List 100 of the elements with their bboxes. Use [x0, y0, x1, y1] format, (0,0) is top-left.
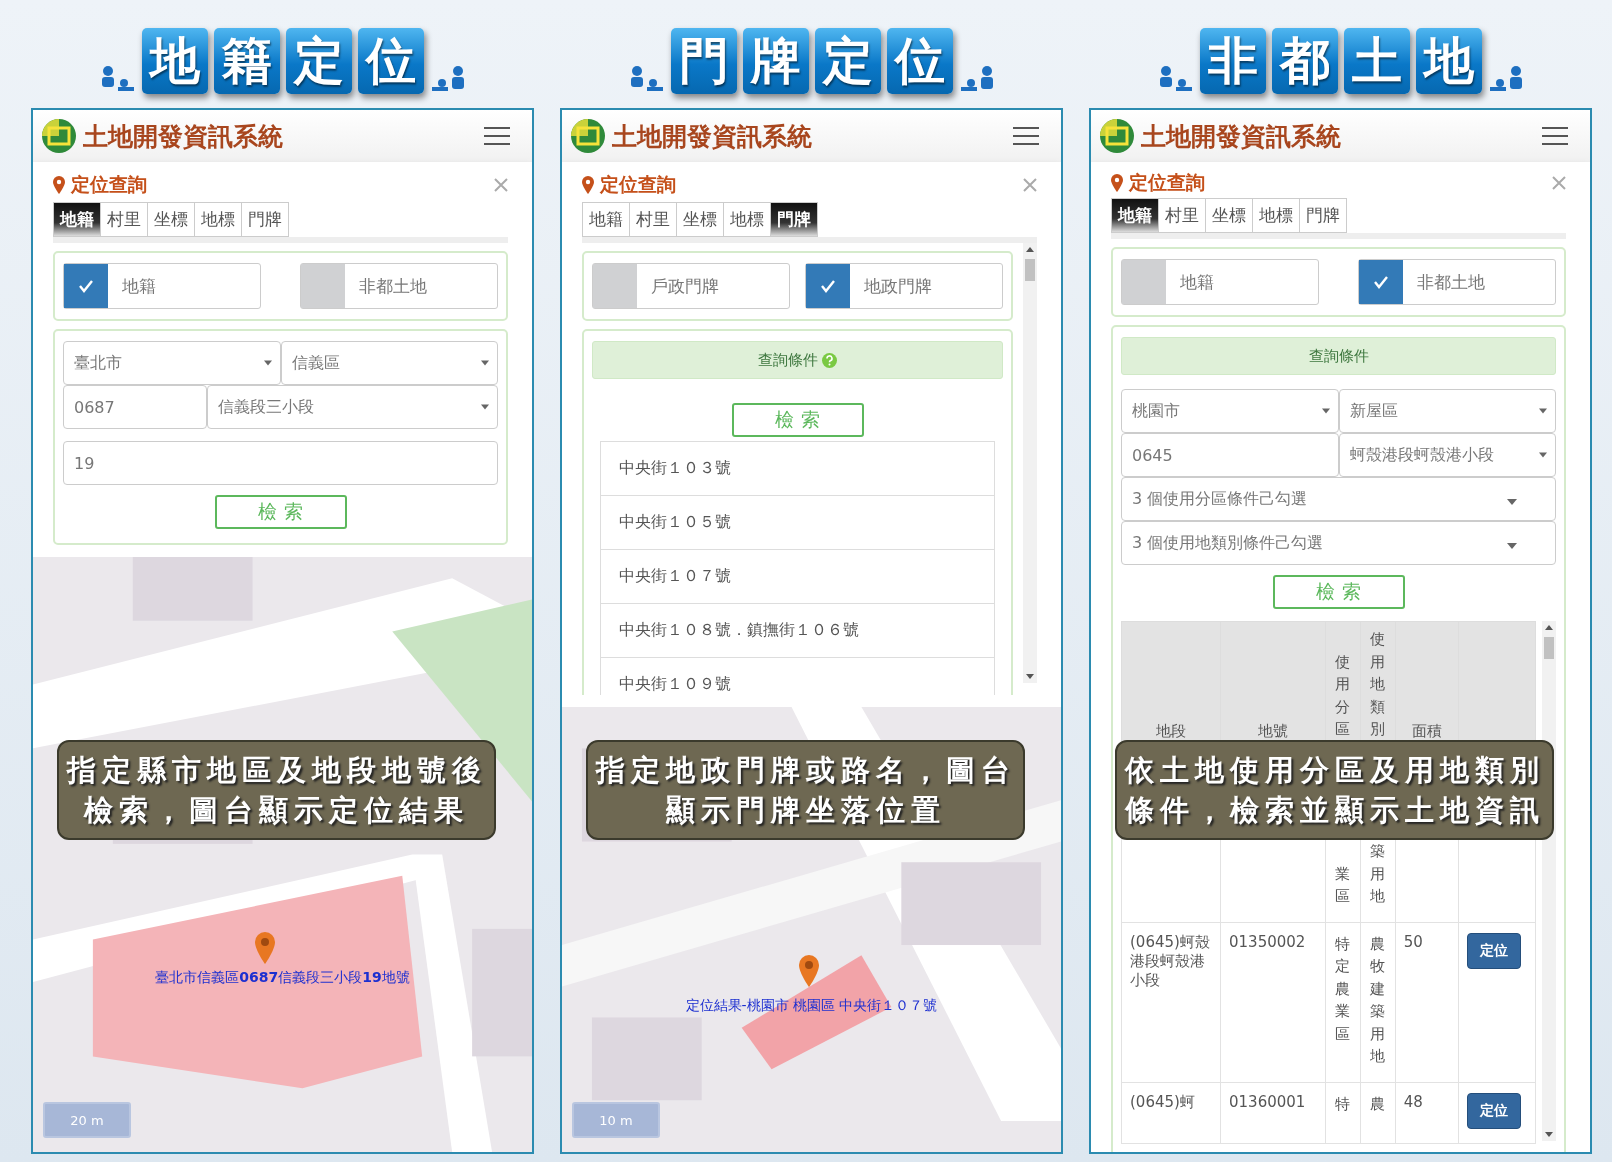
scrollbar[interactable] [1023, 243, 1037, 683]
people-icon [628, 65, 665, 91]
select-field[interactable]: 新屋區 [1338, 389, 1556, 433]
input-field[interactable]: 0645 [1121, 433, 1339, 477]
checkbox[interactable] [1122, 260, 1166, 304]
scale-bar: 20 m [43, 1102, 131, 1138]
toggle-option[interactable]: 非都土地 [300, 263, 498, 309]
menu-icon[interactable] [484, 126, 510, 146]
tab[interactable]: 坐標 [676, 202, 724, 237]
table-cell: 特定農業區 [1325, 922, 1361, 1082]
result-item[interactable]: 中央街１０８號．鎮撫街１０６號 [601, 604, 994, 658]
table-cell: 農牧建築用地 [1360, 922, 1396, 1082]
caret-icon [1321, 408, 1330, 414]
table-cell: 48 [1395, 1082, 1459, 1143]
caret-icon [481, 360, 489, 366]
heading-tile: 位 [886, 28, 953, 94]
logo-icon [570, 118, 606, 154]
menu-icon[interactable] [1542, 126, 1568, 146]
caption-text: 顯示門牌坐落位置 [665, 792, 946, 829]
check-icon [820, 278, 836, 294]
result-label: 臺北市信義區0687信義段三小段19地號 [154, 969, 411, 987]
scale-bar: 10 m [572, 1102, 660, 1138]
tab[interactable]: 村里 [100, 202, 148, 237]
multiselect-field[interactable]: 3 個使用地類別條件己勾選 [1121, 521, 1556, 565]
heading-tile: 土 [1343, 28, 1410, 94]
tab[interactable]: 門牌 [1299, 198, 1347, 233]
tab[interactable]: 村里 [629, 202, 677, 237]
criteria-label: 查詢條件 [758, 350, 818, 370]
result-item[interactable]: 中央街１０７號 [601, 550, 994, 604]
toggle-option[interactable]: 地籍 [63, 263, 261, 309]
heading-tile: 定 [285, 28, 352, 94]
tab[interactable]: 坐標 [1205, 198, 1253, 233]
checkbox[interactable] [1359, 260, 1403, 304]
caret-icon [1507, 498, 1517, 505]
caret-icon [1539, 452, 1547, 458]
select-field[interactable]: 信義區 [280, 341, 498, 385]
locate-button[interactable]: 定位 [1466, 932, 1521, 969]
menu-icon[interactable] [1013, 126, 1039, 146]
pin-icon [1111, 174, 1123, 192]
query-title: 定位查詢 [600, 172, 677, 197]
tab[interactable]: 門牌 [241, 202, 289, 237]
option-label: 地籍 [122, 274, 156, 298]
tab[interactable]: 地標 [194, 202, 242, 237]
tab[interactable]: 地籍 [582, 202, 630, 237]
option-label: 戶政門牌 [651, 274, 719, 298]
checkbox[interactable] [301, 264, 345, 308]
tab[interactable]: 門牌 [770, 202, 818, 237]
checkbox[interactable] [64, 264, 108, 308]
people-icon [1157, 65, 1194, 91]
checkbox[interactable] [806, 264, 850, 308]
check-icon [78, 278, 94, 294]
select-field[interactable]: 信義段三小段 [207, 385, 498, 429]
close-icon[interactable] [494, 178, 508, 192]
option-label: 非都土地 [359, 274, 427, 298]
table-cell: (0645)蚵 [1121, 1082, 1221, 1143]
pin-icon [582, 176, 594, 194]
toggle-option[interactable]: 地籍 [1121, 259, 1319, 305]
caret-icon [481, 404, 489, 410]
app-title: 土地開發資訊系統 [83, 120, 284, 153]
tab[interactable]: 坐標 [147, 202, 195, 237]
table-cell: 01350002 [1220, 922, 1326, 1082]
result-item[interactable]: 中央街１０５號 [601, 496, 994, 550]
multiselect-field[interactable]: 3 個使用分區條件己勾選 [1121, 477, 1556, 521]
option-label: 非都土地 [1417, 270, 1485, 294]
close-icon[interactable] [1552, 176, 1566, 190]
caption-text: 指定地政門牌或路名，圖台 [595, 752, 1016, 789]
select-field[interactable]: 蚵殼港段蚵殼港小段 [1338, 433, 1556, 477]
select-field[interactable]: 臺北市 [63, 341, 281, 385]
caret-icon [263, 360, 272, 366]
locate-button[interactable]: 定位 [1466, 1092, 1521, 1129]
map-pin-icon [799, 955, 819, 987]
toggle-option[interactable]: 非都土地 [1358, 259, 1556, 305]
result-item[interactable]: 中央街１０３號 [601, 442, 994, 496]
pin-icon [53, 176, 65, 194]
tab[interactable]: 地標 [723, 202, 771, 237]
close-icon[interactable] [1023, 178, 1037, 192]
people-icon [958, 65, 995, 91]
toggle-option[interactable]: 地政門牌 [805, 263, 1003, 309]
caption-text: 檢索，圖台顯示定位結果 [84, 792, 469, 829]
logo-icon [41, 118, 77, 154]
input-field[interactable]: 19 [63, 441, 498, 485]
help-icon[interactable] [822, 352, 837, 368]
input-field[interactable]: 0687 [63, 385, 207, 429]
select-field[interactable]: 桃園市 [1121, 389, 1339, 433]
checkbox[interactable] [593, 264, 637, 308]
caret-icon [1539, 408, 1547, 414]
heading-tile: 位 [357, 28, 424, 94]
tab[interactable]: 村里 [1158, 198, 1206, 233]
logo-icon [1099, 118, 1135, 154]
toggle-option[interactable]: 戶政門牌 [592, 263, 790, 309]
tab[interactable]: 地標 [1252, 198, 1300, 233]
option-label: 地籍 [1180, 270, 1214, 294]
criteria-label: 查詢條件 [1308, 346, 1369, 366]
app-title: 土地開發資訊系統 [1141, 120, 1342, 153]
query-title: 定位查詢 [1129, 170, 1206, 195]
tab[interactable]: 地籍 [53, 202, 101, 237]
tab[interactable]: 地籍 [1111, 198, 1159, 233]
heading-tile: 門 [670, 28, 737, 94]
heading-tile: 非 [1199, 28, 1266, 94]
query-title: 定位查詢 [71, 172, 148, 197]
